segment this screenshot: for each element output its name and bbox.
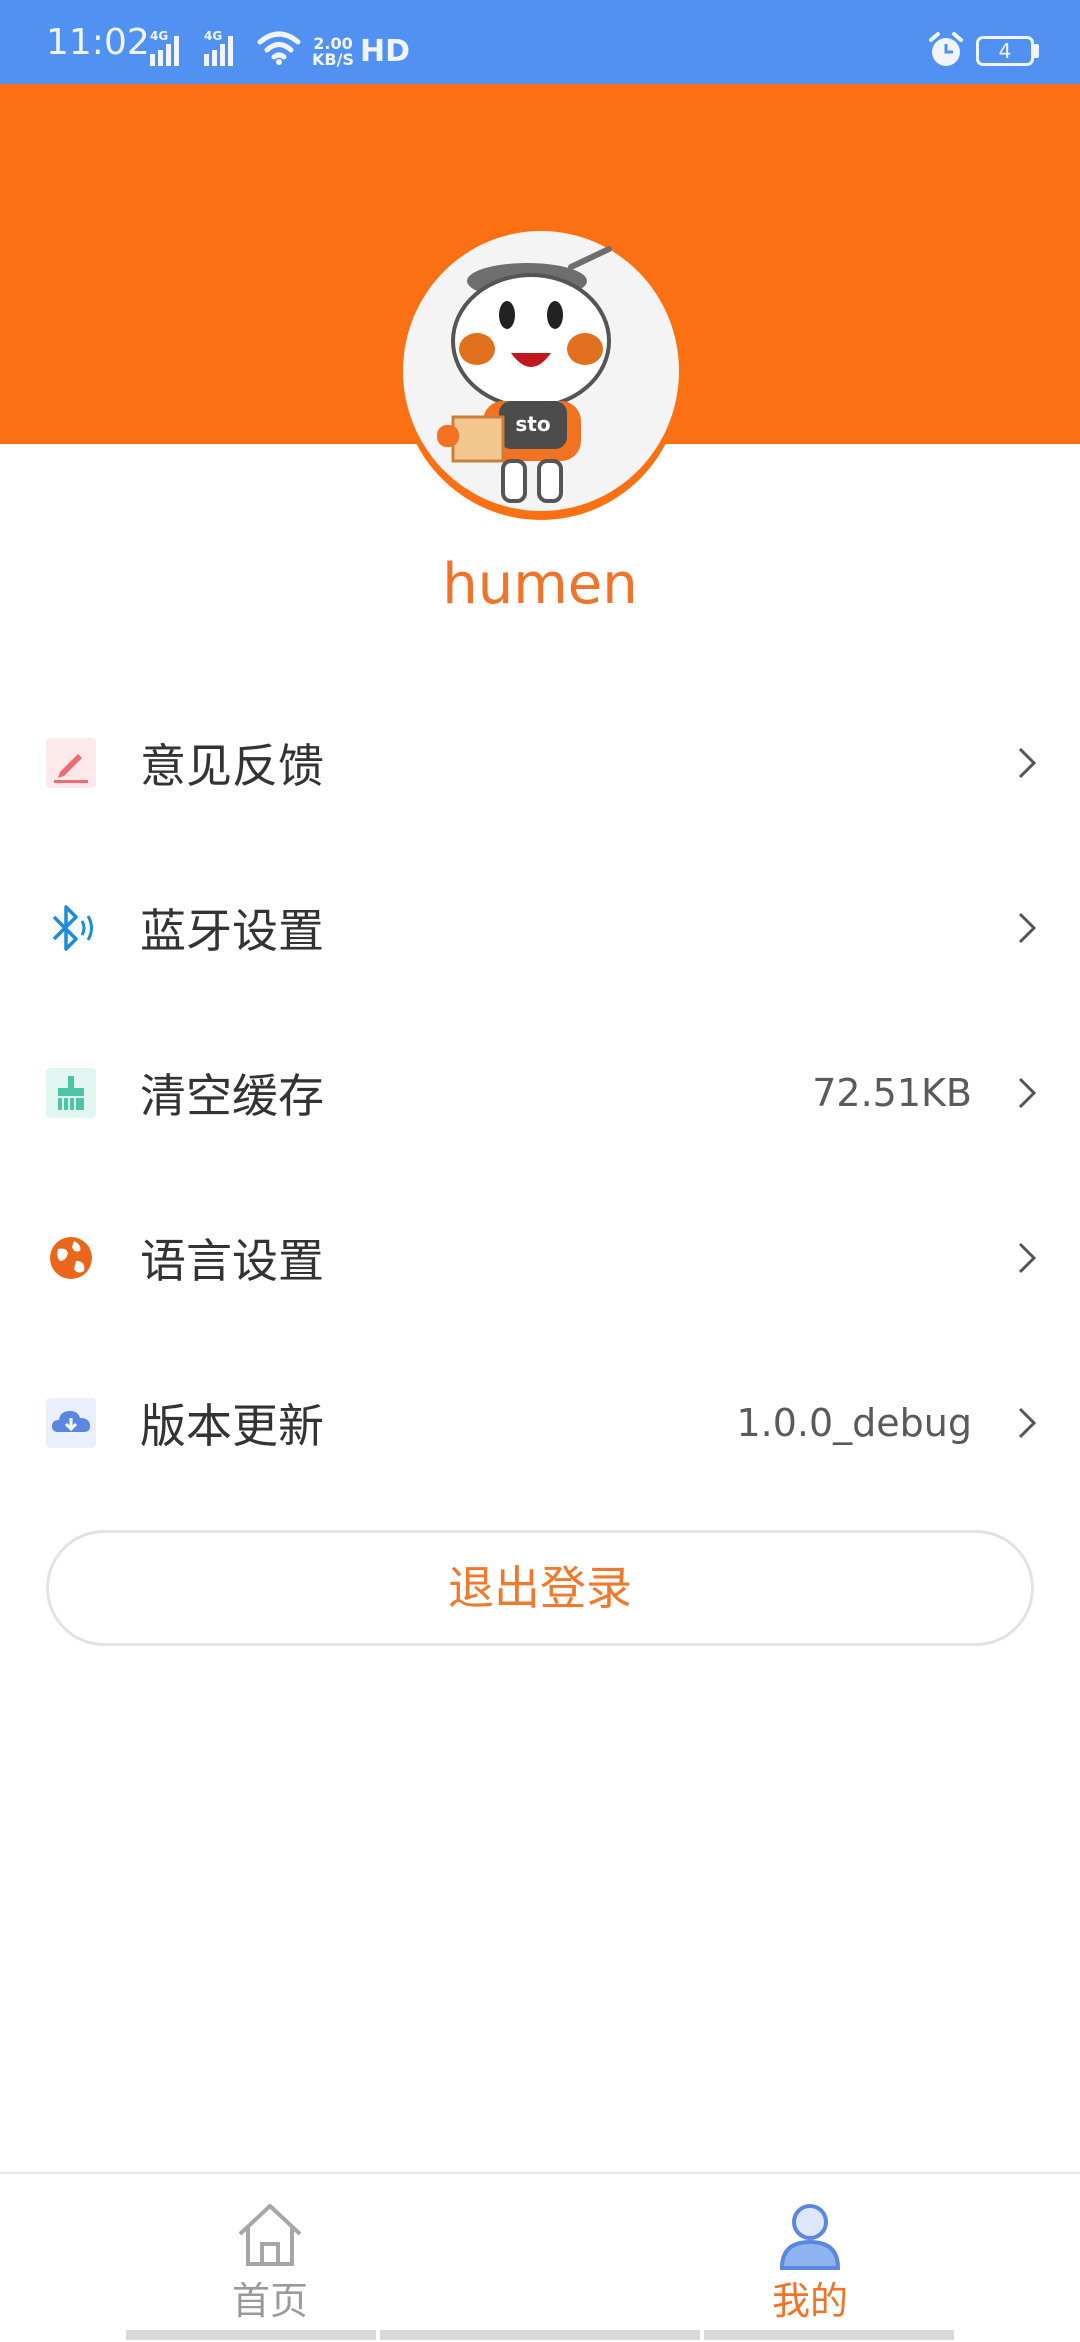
battery-icon: 4 bbox=[976, 36, 1034, 66]
menu-item-bluetooth[interactable]: 蓝牙设置 bbox=[0, 845, 1080, 1010]
username: humen bbox=[442, 552, 638, 617]
chevron-right-icon bbox=[1016, 910, 1038, 946]
gesture-bar-segment bbox=[704, 2330, 954, 2340]
home-icon bbox=[234, 2200, 306, 2272]
wifi-icon bbox=[256, 30, 302, 70]
gesture-bar-segment bbox=[126, 2330, 376, 2340]
globe-icon bbox=[44, 1231, 98, 1285]
alarm-icon bbox=[926, 30, 966, 74]
hd-indicator: HD bbox=[360, 34, 411, 69]
chevron-right-icon bbox=[1016, 1405, 1038, 1441]
tab-label: 首页 bbox=[231, 2279, 308, 2323]
chevron-right-icon bbox=[1016, 1075, 1038, 1111]
status-bar: 11:02 4G 4G 2.00 KB/S HD 4 bbox=[0, 0, 1080, 84]
bottom-tab-bar: 首页 我的 bbox=[0, 2172, 1080, 2342]
menu-item-feedback[interactable]: 意见反馈 bbox=[0, 680, 1080, 845]
brush-icon bbox=[44, 1066, 98, 1120]
gesture-bar-segment bbox=[380, 2330, 700, 2340]
menu-item-label: 意见反馈 bbox=[140, 738, 324, 793]
svg-text:4G: 4G bbox=[150, 29, 168, 43]
battery-tip bbox=[1034, 44, 1039, 58]
tab-mine[interactable]: 我的 bbox=[540, 2174, 1080, 2342]
battery-level: 4 bbox=[998, 39, 1012, 63]
settings-menu: 意见反馈 蓝牙设置 清空缓存 72.51KB 语言设置 版本更新 1.0.0_d… bbox=[0, 680, 1080, 1505]
menu-item-label: 蓝牙设置 bbox=[140, 903, 324, 958]
chevron-right-icon bbox=[1016, 1240, 1038, 1276]
menu-item-label: 清空缓存 bbox=[140, 1068, 324, 1123]
net-speed-unit: KB/S bbox=[312, 50, 354, 69]
pencil-icon bbox=[44, 736, 98, 790]
bluetooth-icon bbox=[44, 901, 98, 955]
menu-item-version-update[interactable]: 版本更新 1.0.0_debug bbox=[0, 1340, 1080, 1505]
tab-label: 我的 bbox=[771, 2279, 848, 2323]
cache-size-value: 72.51KB bbox=[812, 1070, 972, 1115]
cloud-download-icon bbox=[44, 1396, 98, 1450]
version-value: 1.0.0_debug bbox=[736, 1400, 972, 1445]
net-speed: 2.00 KB/S bbox=[312, 36, 354, 68]
menu-item-label: 语言设置 bbox=[140, 1233, 324, 1288]
avatar[interactable]: sto bbox=[398, 226, 684, 516]
menu-item-language[interactable]: 语言设置 bbox=[0, 1175, 1080, 1340]
chevron-right-icon bbox=[1016, 745, 1038, 781]
avatar-logo-text: sto bbox=[515, 412, 550, 436]
user-icon bbox=[774, 2200, 846, 2272]
mascot-illustration: sto bbox=[437, 246, 612, 503]
logout-button[interactable]: 退出登录 bbox=[46, 1530, 1034, 1646]
menu-item-label: 版本更新 bbox=[140, 1398, 324, 1453]
svg-text:4G: 4G bbox=[204, 29, 222, 43]
menu-item-clear-cache[interactable]: 清空缓存 72.51KB bbox=[0, 1010, 1080, 1175]
tab-home[interactable]: 首页 bbox=[0, 2174, 540, 2342]
status-time: 11:02 bbox=[46, 22, 150, 63]
